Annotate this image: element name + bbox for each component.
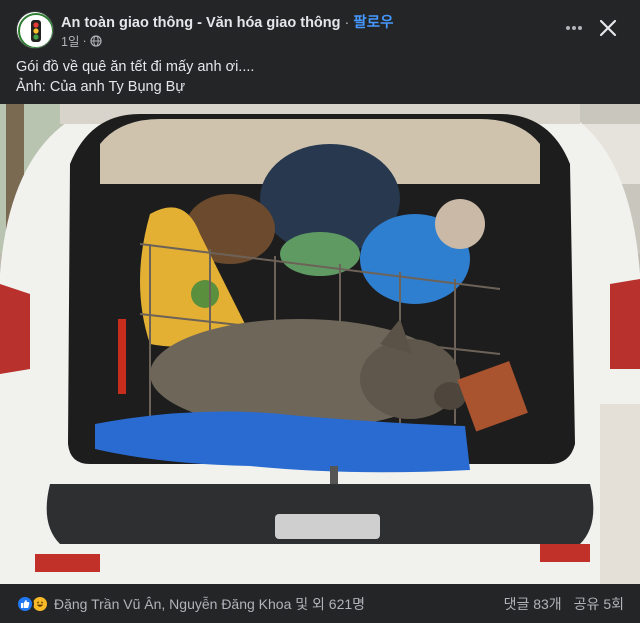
close-icon bbox=[599, 19, 617, 37]
post-caption: Gói đồ về quê ăn tết đi mấy anh ơi.... Ả… bbox=[16, 57, 626, 97]
post-card: An toàn giao thông - Văn hóa giao thông … bbox=[0, 0, 640, 623]
close-button[interactable] bbox=[594, 14, 622, 42]
globe-icon[interactable] bbox=[90, 34, 102, 47]
meta-dot: · bbox=[82, 33, 87, 48]
caption-line-2: Ảnh: Của anh Ty Bụng Bự bbox=[16, 79, 186, 95]
more-horizontal-icon bbox=[566, 26, 582, 30]
post-time[interactable]: 1일 bbox=[61, 31, 79, 50]
car-trunk-pig-photo bbox=[0, 104, 640, 584]
traffic-light-logo-icon bbox=[18, 13, 53, 48]
reactions-summary[interactable]: Đặng Trần Vũ Ân, Nguyễn Đăng Khoa 및 외 62… bbox=[16, 594, 365, 614]
shares-count-link[interactable]: 공유 5회 bbox=[574, 594, 624, 614]
reactions-text: Đặng Trần Vũ Ân, Nguyễn Đăng Khoa 및 외 62… bbox=[54, 596, 366, 612]
page-name-link[interactable]: An toàn giao thông - Văn hóa giao thông bbox=[61, 15, 341, 31]
follow-button[interactable]: 팔로우 bbox=[353, 15, 393, 31]
post-meta: 1일 · bbox=[61, 31, 102, 50]
post-photo[interactable] bbox=[0, 104, 640, 584]
page-avatar[interactable] bbox=[16, 11, 54, 49]
page-name-line: An toàn giao thông - Văn hóa giao thông … bbox=[61, 11, 393, 32]
post-header: An toàn giao thông - Văn hóa giao thông … bbox=[0, 0, 640, 52]
more-options-button[interactable] bbox=[560, 14, 588, 42]
engagement-stats: 댓글 83개 공유 5회 bbox=[504, 594, 624, 614]
caption-line-1: Gói đồ về quê ăn tết đi mấy anh ơi.... bbox=[16, 59, 255, 75]
comments-count-link[interactable]: 댓글 83개 bbox=[504, 594, 562, 614]
post-footer: Đặng Trần Vũ Ân, Nguyễn Đăng Khoa 및 외 62… bbox=[0, 584, 640, 623]
like-icon bbox=[16, 595, 34, 613]
separator-dot: · bbox=[344, 15, 350, 31]
